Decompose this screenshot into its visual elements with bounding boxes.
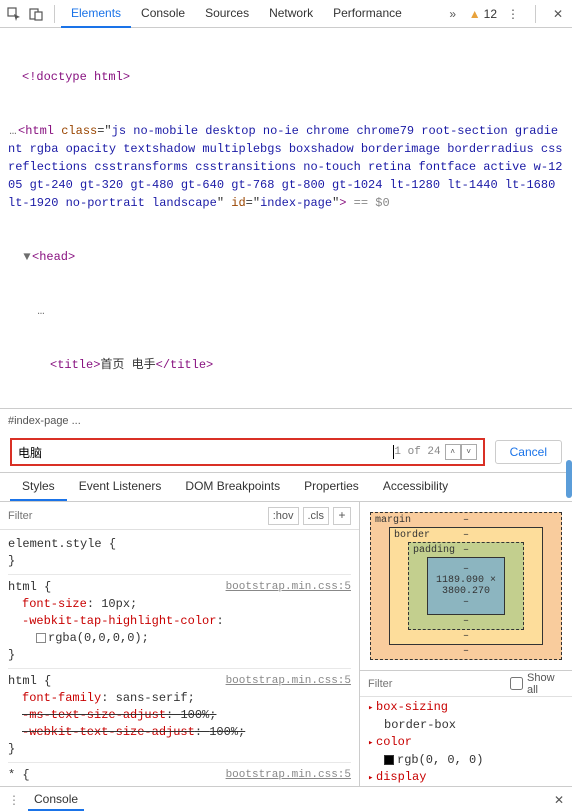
drawer-menu-icon[interactable]: ⋮ [8, 793, 18, 807]
kebab-menu-icon[interactable]: ⋮ [503, 4, 523, 24]
drawer-tab-console[interactable]: Console [28, 789, 84, 811]
tab-performance[interactable]: Performance [323, 0, 412, 28]
search-box: 1 of 24 ˄ ˅ [10, 438, 485, 466]
subtab-dom-breakpoints[interactable]: DOM Breakpoints [173, 473, 292, 501]
toggle-icon[interactable]: … [36, 302, 46, 320]
subtab-styles[interactable]: Styles [10, 473, 67, 501]
elements-tree[interactable]: <!doctype html> …<html class="js no-mobi… [0, 28, 572, 408]
scrollbar-thumb[interactable] [566, 460, 572, 498]
search-next-icon[interactable]: ˅ [461, 444, 477, 460]
show-all-label: Show all [527, 672, 564, 696]
warning-count[interactable]: ▲ 12 [469, 7, 497, 21]
title-close: </title> [156, 358, 214, 372]
computed-filter-input[interactable] [368, 678, 510, 690]
tab-network[interactable]: Network [259, 0, 323, 28]
new-style-rule-icon[interactable]: + [333, 507, 351, 525]
subtab-properties[interactable]: Properties [292, 473, 371, 501]
warning-count-text: 12 [484, 7, 497, 21]
subtab-event-listeners[interactable]: Event Listeners [67, 473, 174, 501]
styles-subtabs: Styles Event Listeners DOM Breakpoints P… [0, 472, 572, 502]
show-all-checkbox[interactable] [510, 677, 523, 690]
computed-filter-row: Show all [360, 671, 572, 697]
cancel-button[interactable]: Cancel [495, 440, 562, 464]
more-tabs-icon[interactable]: » [443, 4, 463, 24]
lower-pane: :hov .cls + element.style {}html {bootst… [0, 502, 572, 786]
computed-list[interactable]: ▸box-sizingborder-box▸colorrgb(0, 0, 0)▸… [360, 697, 572, 786]
computed-pane: margin– border– padding– – 1189.090 × 38… [360, 502, 572, 786]
subtab-accessibility[interactable]: Accessibility [371, 473, 460, 501]
margin-top-val: – [463, 515, 469, 526]
close-icon[interactable]: ✕ [548, 4, 568, 24]
search-count: 1 of 24 [394, 446, 440, 458]
tab-sources[interactable]: Sources [195, 0, 259, 28]
box-content: – 1189.090 × 3800.270 – [427, 557, 505, 615]
head-tag: <head> [32, 250, 75, 264]
hov-toggle[interactable]: :hov [268, 507, 299, 525]
shadow-indicator: == $0 [346, 196, 389, 210]
styles-filter-row: :hov .cls + [0, 502, 359, 530]
search-input[interactable] [18, 445, 393, 459]
styles-body[interactable]: element.style {}html {bootstrap.min.css:… [0, 530, 359, 786]
title-open: <title> [50, 358, 100, 372]
doctype: <!doctype html> [22, 70, 130, 84]
box-model[interactable]: margin– border– padding– – 1189.090 × 38… [360, 502, 572, 671]
breadcrumb[interactable]: #index-page ... [0, 408, 572, 432]
main-tabs: Elements Console Sources Network Perform… [61, 0, 412, 28]
search-bar-row: 1 of 24 ˄ ˅ Cancel [0, 432, 572, 472]
title-text: 首页 电手 [100, 358, 155, 372]
device-toggle-icon[interactable] [26, 4, 46, 24]
styles-filter-input[interactable] [8, 510, 264, 522]
content-size: 1189.090 × 3800.270 [436, 575, 496, 597]
styles-pane: :hov .cls + element.style {}html {bootst… [0, 502, 360, 786]
inspect-icon[interactable] [4, 4, 24, 24]
border-top-val: – [463, 530, 469, 541]
tab-elements[interactable]: Elements [61, 0, 131, 28]
console-drawer: ⋮ Console ✕ [0, 786, 572, 812]
warning-icon: ▲ [469, 7, 481, 21]
padding-top-val: – [463, 545, 469, 556]
toggle-icon[interactable]: ▼ [22, 248, 32, 266]
drawer-close-icon[interactable]: ✕ [554, 793, 564, 807]
cls-toggle[interactable]: .cls [303, 507, 330, 525]
show-all-toggle[interactable]: Show all [510, 672, 564, 696]
devtools-toolbar: Elements Console Sources Network Perform… [0, 0, 572, 28]
toggle-icon[interactable]: … [8, 122, 18, 140]
search-prev-icon[interactable]: ˄ [445, 444, 461, 460]
tab-console[interactable]: Console [131, 0, 195, 28]
html-id-value: index-page [260, 196, 332, 210]
